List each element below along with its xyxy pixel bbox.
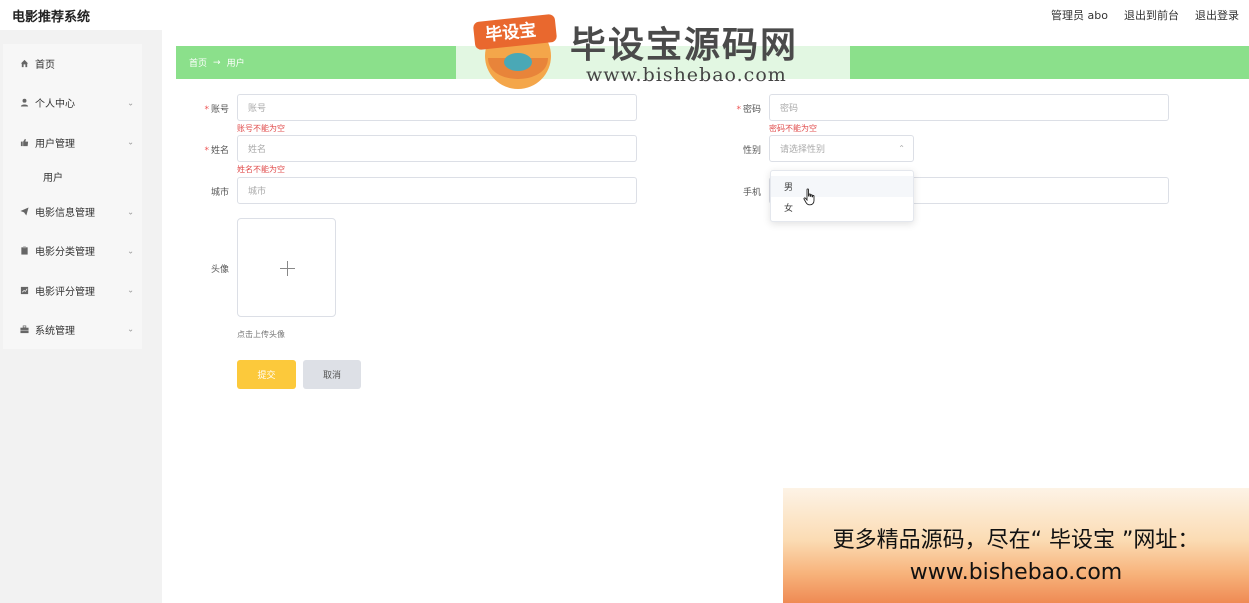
chevron-down-icon: ⌄ <box>127 246 134 256</box>
sidebar-item-movie-info[interactable]: 电影信息管理 ⌄ <box>3 192 142 231</box>
password-error: 密码不能为空 <box>769 124 817 133</box>
gender-label: 性别 <box>742 146 761 156</box>
top-right-links: 管理员 abo 退出到前台 退出登录 <box>1051 7 1239 23</box>
watermark-name: 毕设宝源码网 <box>570 25 799 66</box>
sidebar-item-label: 电影分类管理 <box>35 247 95 259</box>
chevron-up-icon: ⌃ <box>898 144 905 153</box>
avatar-upload-tip: 点击上传头像 <box>237 330 285 339</box>
gender-option-male[interactable]: 男 <box>771 176 913 197</box>
required-mark: * <box>204 105 209 115</box>
sidebar-item-personal-center[interactable]: 个人中心 ⌄ <box>3 83 142 122</box>
sidebar-item-label: 首页 <box>35 60 55 72</box>
name-placeholder: 姓名 <box>248 145 267 155</box>
sidebar-item-label: 电影信息管理 <box>35 208 95 220</box>
sidebar: 首页 个人中心 ⌄ 用户管理 ⌄ 用户 电影信息管理 ⌄ 电影分类管理 ⌄ 电影… <box>3 44 142 350</box>
cancel-button[interactable]: 取消 <box>303 360 361 389</box>
chart-icon <box>19 285 29 295</box>
sidebar-subitem-label: 用户 <box>43 173 63 185</box>
chevron-down-icon: ⌄ <box>127 137 134 147</box>
required-mark: * <box>736 105 741 115</box>
avatar-label: 头像 <box>210 265 229 275</box>
watermark-badge: 毕设宝 <box>484 20 538 46</box>
account-input[interactable]: 账号 <box>237 94 637 121</box>
city-placeholder: 城市 <box>248 187 267 197</box>
chevron-down-icon: ⌄ <box>127 98 134 108</box>
promo-banner: 更多精品源码，尽在“ 毕设宝 ”网址： www.bishebao.com <box>783 488 1249 603</box>
chevron-down-icon: ⌄ <box>127 207 134 217</box>
submit-button[interactable]: 提交 <box>237 360 296 389</box>
account-label-text: 账号 <box>210 105 229 115</box>
city-label: 城市 <box>210 188 229 198</box>
name-label-text: 姓名 <box>210 146 229 156</box>
city-input[interactable]: 城市 <box>237 177 637 204</box>
gender-option-female[interactable]: 女 <box>771 197 913 218</box>
password-label-text: 密码 <box>742 105 761 115</box>
account-label: * 账号 <box>169 102 229 115</box>
gender-dropdown: 男 女 <box>770 170 914 222</box>
clipboard-icon <box>19 246 29 256</box>
hand-cursor-icon <box>803 188 815 206</box>
sidebar-item-movie-rating[interactable]: 电影评分管理 ⌄ <box>3 270 142 309</box>
plus-icon-vertical <box>287 261 288 276</box>
promo-line-2: www.bishebao.com <box>909 560 1123 585</box>
sidebar-subitem-user[interactable]: 用户 <box>3 162 142 192</box>
name-label: * 姓名 <box>169 143 229 156</box>
required-mark: * <box>204 146 209 156</box>
sidebar-item-label: 电影评分管理 <box>35 286 95 298</box>
name-input[interactable]: 姓名 <box>237 135 637 162</box>
app-title: 电影推荐系统 <box>12 10 91 25</box>
sidebar-item-user-management[interactable]: 用户管理 ⌄ <box>3 123 142 162</box>
chevron-down-icon: ⌄ <box>127 285 134 295</box>
sidebar-item-label: 系统管理 <box>35 325 75 337</box>
gender-placeholder: 请选择性别 <box>780 145 826 155</box>
thumb-icon <box>19 137 29 147</box>
account-error: 账号不能为空 <box>237 124 285 133</box>
user-icon <box>19 98 29 108</box>
gender-select[interactable]: 请选择性别 ⌃ <box>769 135 914 162</box>
sidebar-item-home[interactable]: 首页 <box>3 44 142 83</box>
briefcase-icon <box>19 324 29 334</box>
logout-link[interactable]: 退出登录 <box>1195 7 1239 23</box>
name-error: 姓名不能为空 <box>237 165 285 174</box>
home-icon <box>19 59 29 69</box>
sidebar-item-movie-category[interactable]: 电影分类管理 ⌄ <box>3 231 142 270</box>
send-icon <box>19 207 29 217</box>
sidebar-item-system[interactable]: 系统管理 ⌄ <box>3 310 142 349</box>
breadcrumb-current: 用户 <box>226 59 245 69</box>
account-placeholder: 账号 <box>248 104 267 114</box>
watermark-url: www.bishebao.com <box>586 64 787 86</box>
password-placeholder: 密码 <box>780 104 799 114</box>
watermark: 毕设宝 毕设宝源码网 www.bishebao.com <box>456 2 850 89</box>
promo-line-1: 更多精品源码，尽在“ 毕设宝 ”网址： <box>832 528 1200 553</box>
to-front-link[interactable]: 退出到前台 <box>1124 7 1179 23</box>
sidebar-item-label: 用户管理 <box>35 138 75 150</box>
breadcrumb-home[interactable]: 首页 <box>189 56 207 69</box>
breadcrumb-arrow: → <box>213 57 221 68</box>
sidebar-item-label: 个人中心 <box>35 99 75 111</box>
current-user: 管理员 abo <box>1051 9 1108 22</box>
phone-label: 手机 <box>742 188 761 198</box>
password-input[interactable]: 密码 <box>769 94 1169 121</box>
avatar-upload[interactable] <box>237 218 336 317</box>
chevron-down-icon: ⌄ <box>127 324 134 334</box>
password-label: * 密码 <box>701 102 761 115</box>
